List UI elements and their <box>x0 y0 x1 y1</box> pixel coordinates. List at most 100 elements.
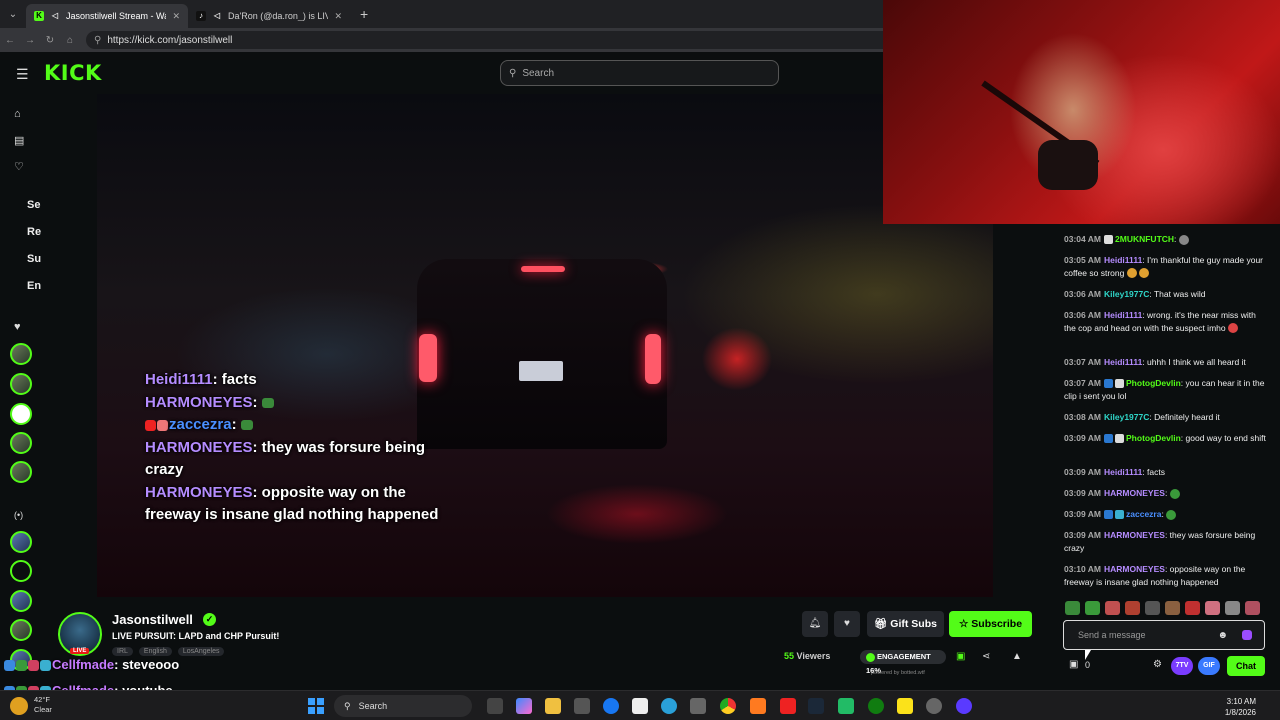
chat-message: 03:09 AM HARMONEYES: they was forsure bei… <box>1064 530 1256 553</box>
file-explorer-icon[interactable] <box>545 698 561 714</box>
store-icon[interactable] <box>574 698 590 714</box>
app-icon[interactable] <box>838 698 854 714</box>
share-icon[interactable]: ⋖ <box>982 651 990 662</box>
sidebar-channel-avatar[interactable] <box>10 560 32 582</box>
sidebar: ⌂ ▤ ♡ Se Re Su En ♥ (•) <box>0 94 42 694</box>
home-icon[interactable]: ⌂ <box>14 108 21 120</box>
emote-icon[interactable] <box>1065 601 1080 615</box>
emote-icon[interactable] <box>1105 601 1120 615</box>
sidebar-channel-avatar[interactable] <box>10 619 32 641</box>
streamer-name[interactable]: Jasonstilwell <box>112 612 193 627</box>
store-icon[interactable]: ▣ <box>1069 659 1078 670</box>
overlay-username: Cellfmade <box>52 657 115 672</box>
site-info-icon[interactable]: ⚲ <box>94 35 101 46</box>
notification-bell-button[interactable]: 🔔︎ <box>802 611 828 637</box>
engagement-label: ENGAGEMENT <box>877 652 931 661</box>
video-player[interactable]: Heidi1111: facts HARMONEYES: zaccezra: H… <box>97 94 993 597</box>
back-icon[interactable]: ← <box>0 35 20 46</box>
emote-icon[interactable] <box>1245 601 1260 615</box>
chat-input-placeholder: Send a message <box>1078 630 1146 640</box>
sidebar-section-letter[interactable]: Su <box>27 253 41 265</box>
tab-search-icon[interactable]: ⌄ <box>0 9 26 20</box>
chat-message-input[interactable]: Send a message ☻ <box>1063 620 1265 650</box>
xbox-icon[interactable] <box>868 698 884 714</box>
viewer-count: 55 Viewers <box>784 651 830 661</box>
tag[interactable]: LosAngeles <box>177 647 225 656</box>
speaker-icon[interactable]: ◁ <box>212 11 222 21</box>
emote-icon[interactable] <box>1125 601 1140 615</box>
url-text: https://kick.com/jasonstilwell <box>107 34 233 46</box>
app-icon[interactable] <box>956 698 972 714</box>
emote-icon[interactable] <box>1205 601 1220 615</box>
edge-icon[interactable] <box>661 698 677 714</box>
taskbar-search[interactable]: ⚲ Search <box>334 695 472 717</box>
forward-icon[interactable]: → <box>20 35 40 46</box>
task-view-icon[interactable] <box>487 698 503 714</box>
tab-tiktok[interactable]: ♪ ◁ Da'Ron (@da.ron_) is LIVE - Ti ✕ <box>188 4 350 28</box>
overlay-username: HARMONEYES <box>145 393 253 411</box>
sidebar-channel-avatar[interactable] <box>10 403 32 425</box>
sticky-notes-icon[interactable] <box>897 698 913 714</box>
weather-condition: Clear <box>34 705 52 714</box>
sidebar-channel-avatar[interactable] <box>10 343 32 365</box>
obs-icon[interactable] <box>926 698 942 714</box>
browse-icon[interactable]: ▤ <box>14 134 24 147</box>
following-icon[interactable]: ♡ <box>14 160 24 173</box>
youtube-icon[interactable] <box>780 698 796 714</box>
gif-button[interactable]: GIF <box>1198 657 1220 675</box>
follow-heart-button[interactable]: ♥ <box>834 611 860 637</box>
speaker-icon[interactable]: ◁ <box>50 11 60 21</box>
emote-icon <box>261 397 274 408</box>
badge-icon <box>4 660 15 672</box>
chat-message: 03:04 AM 2MUKNFUTCH: <box>1064 233 1269 246</box>
tab-label: Jasonstilwell Stream - Watch <box>66 11 166 21</box>
weather-icon[interactable] <box>10 697 28 715</box>
vlc-icon[interactable] <box>750 698 766 714</box>
chrome-icon[interactable] <box>720 698 736 714</box>
subscribe-button[interactable]: ☆ Subscribe <box>949 611 1032 637</box>
tab-kick[interactable]: K ◁ Jasonstilwell Stream - Watch ✕ <box>26 4 188 28</box>
sidebar-channel-avatar[interactable] <box>10 373 32 395</box>
emote-icon[interactable] <box>1145 601 1160 615</box>
emote-icon[interactable] <box>1085 601 1100 615</box>
new-tab-button[interactable]: + <box>350 6 378 22</box>
chat-message: 03:06 AM Kiley1977C: That was wild <box>1064 289 1206 299</box>
sidebar-channel-avatar[interactable] <box>10 590 32 612</box>
report-icon[interactable]: ▲ <box>1012 651 1022 662</box>
7tv-button[interactable]: 7TV <box>1171 657 1193 675</box>
sidebar-section-letter[interactable]: En <box>27 280 41 292</box>
microphone <box>1038 140 1098 190</box>
kicks-icon[interactable] <box>1242 630 1252 640</box>
sidebar-channel-avatar[interactable] <box>10 531 32 553</box>
mouse-cursor <box>1085 650 1091 660</box>
emote-icon[interactable] <box>1165 601 1180 615</box>
gift-subs-button[interactable]: 🎁︎ Gift Subs <box>867 611 944 637</box>
home-icon[interactable]: ⌂ <box>60 35 80 46</box>
sidebar-channel-avatar[interactable] <box>10 461 32 483</box>
reload-icon[interactable]: ↻ <box>40 35 60 46</box>
menu-icon[interactable]: ☰ <box>16 66 29 83</box>
calculator-icon[interactable] <box>690 698 706 714</box>
clip-icon[interactable]: ▣ <box>956 651 965 662</box>
sidebar-section-letter[interactable]: Se <box>27 199 40 211</box>
url-field[interactable]: ⚲ https://kick.com/jasonstilwell <box>86 31 946 49</box>
signal-icon: (•) <box>14 510 24 520</box>
emote-icon[interactable] <box>1225 601 1240 615</box>
windows-start-icon[interactable] <box>308 698 324 714</box>
weather-widget[interactable]: 42°F Clear <box>34 695 52 715</box>
emoji-icon[interactable]: ☻ <box>1217 630 1228 641</box>
kick-logo[interactable]: KICK <box>44 61 102 85</box>
chat-send-button[interactable]: Chat <box>1227 656 1265 676</box>
facebook-icon[interactable] <box>603 698 619 714</box>
system-clock[interactable]: 3:10 AM 1/8/2026 <box>1225 696 1256 718</box>
amazon-icon[interactable] <box>632 698 648 714</box>
search-input[interactable]: ⚲ Search <box>500 60 779 86</box>
sidebar-channel-avatar[interactable] <box>10 432 32 454</box>
sidebar-section-letter[interactable]: Re <box>27 226 41 238</box>
settings-icon[interactable]: ⚙ <box>1153 659 1162 670</box>
close-icon[interactable]: ✕ <box>172 11 180 22</box>
copilot-icon[interactable] <box>516 698 532 714</box>
emote-icon[interactable] <box>1185 601 1200 615</box>
close-icon[interactable]: ✕ <box>334 11 342 22</box>
steam-icon[interactable] <box>808 698 824 714</box>
